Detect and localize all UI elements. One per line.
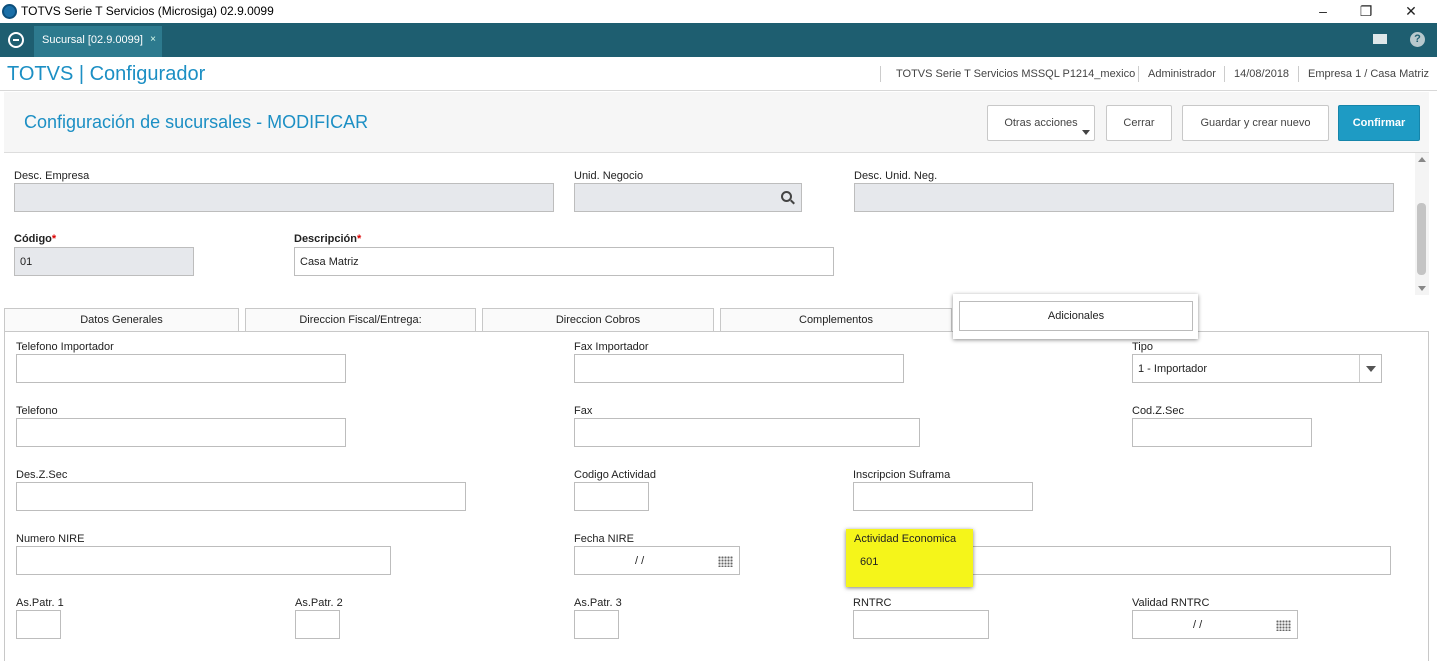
validad-rntrc-label: Validad RNTRC: [1132, 597, 1210, 609]
tipo-label: Tipo: [1132, 341, 1153, 353]
calendar-icon[interactable]: [718, 556, 733, 567]
descripcion-label-text: Descripción: [294, 233, 357, 245]
restore-button[interactable]: ❐: [1351, 2, 1381, 21]
rntrc-field[interactable]: [853, 610, 989, 639]
fecha-nire-value: / /: [635, 555, 645, 567]
codigo-actividad-label: Codigo Actividad: [574, 469, 656, 481]
telefono-importador-field[interactable]: [16, 354, 346, 383]
actividad-economica-value[interactable]: 601: [860, 556, 878, 568]
fax-importador-field[interactable]: [574, 354, 904, 383]
fax-field[interactable]: [574, 418, 920, 447]
tab-direccion-cobros[interactable]: Direccion Cobros: [482, 308, 714, 332]
environment-info: TOTVS Serie T Servicios MSSQL P1214_mexi…: [896, 68, 1136, 80]
date-info: 14/08/2018: [1234, 68, 1290, 80]
fax-label: Fax: [574, 405, 593, 417]
unid-negocio-label: Unid. Negocio: [574, 170, 644, 182]
header-divider: [880, 66, 881, 82]
search-icon[interactable]: [781, 191, 792, 202]
module-brand: TOTVS | Configurador: [7, 63, 206, 85]
desc-unid-neg-field[interactable]: [854, 183, 1394, 212]
as-patr-3-field[interactable]: [574, 610, 619, 639]
tipo-select[interactable]: 1 - Importador: [1132, 354, 1382, 383]
actividad-economica-field-ext[interactable]: [940, 546, 1391, 575]
tab-complementos[interactable]: Complementos: [720, 308, 952, 332]
des-z-sec-label: Des.Z.Sec: [16, 469, 68, 481]
header-divider: [1224, 66, 1225, 82]
tab-adicionales-label: Adicionales: [959, 301, 1193, 331]
codigo-label-text: Código: [14, 233, 52, 245]
page-title: Configuración de sucursales - MODIFICAR: [24, 112, 369, 132]
module-header: TOTVS | Configurador TOTVS Serie T Servi…: [0, 57, 1437, 91]
tab-direccion-fiscal[interactable]: Direccion Fiscal/Entrega:: [245, 308, 476, 332]
fecha-nire-label: Fecha NIRE: [574, 533, 634, 545]
cod-z-sec-label: Cod.Z.Sec: [1132, 405, 1184, 417]
chevron-down-icon[interactable]: [1359, 355, 1381, 382]
cod-z-sec-field[interactable]: [1132, 418, 1312, 447]
actividad-economica-label: Actividad Economica: [854, 533, 957, 545]
descripcion-field[interactable]: Casa Matriz: [294, 247, 834, 276]
unid-negocio-field[interactable]: [574, 183, 802, 212]
tipo-value: 1 - Importador: [1138, 363, 1208, 375]
rntrc-label: RNTRC: [853, 597, 892, 609]
validad-rntrc-value: / /: [1193, 619, 1203, 631]
inscripcion-suframa-field[interactable]: [853, 482, 1033, 511]
calendar-icon[interactable]: [1276, 620, 1291, 631]
app-tab-strip: Sucursal [02.9.0099] × ?: [0, 23, 1437, 57]
as-patr-1-field[interactable]: [16, 610, 61, 639]
mail-icon[interactable]: [1373, 34, 1387, 44]
codigo-actividad-field[interactable]: [574, 482, 649, 511]
confirm-button[interactable]: Confirmar: [1338, 105, 1420, 141]
des-z-sec-field[interactable]: [16, 482, 466, 511]
telefono-importador-label: Telefono Importador: [16, 341, 114, 353]
save-and-new-button[interactable]: Guardar y crear nuevo: [1182, 105, 1329, 141]
scroll-down-icon[interactable]: [1418, 286, 1426, 291]
help-icon[interactable]: ?: [1410, 32, 1425, 47]
page-heading: Configuración de sucursales - MODIFICAR …: [4, 92, 1429, 153]
totvs-logo-icon[interactable]: [8, 32, 24, 48]
window-title: TOTVS Serie T Servicios (Microsiga) 02.9…: [21, 4, 274, 18]
header-divider: [1138, 66, 1139, 82]
as-patr-2-label: As.Patr. 2: [295, 597, 343, 609]
tab-datos-generales[interactable]: Datos Generales: [4, 308, 239, 332]
tab-adicionales[interactable]: Adicionales: [953, 294, 1198, 339]
as-patr-3-label: As.Patr. 3: [574, 597, 622, 609]
window-title-bar: TOTVS Serie T Servicios (Microsiga) 02.9…: [0, 0, 1437, 23]
required-mark: *: [356, 233, 362, 245]
chevron-down-icon: [1082, 130, 1090, 135]
desc-unid-neg-label: Desc. Unid. Neg.: [854, 170, 938, 182]
telefono-field[interactable]: [16, 418, 346, 447]
form-scrollbar[interactable]: [1415, 153, 1429, 295]
scroll-up-icon[interactable]: [1418, 157, 1426, 162]
numero-nire-label: Numero NIRE: [16, 533, 85, 545]
company-info: Empresa 1 / Casa Matriz: [1308, 68, 1430, 80]
fecha-nire-field[interactable]: / /: [574, 546, 740, 575]
desc-empresa-label: Desc. Empresa: [14, 170, 90, 182]
inscripcion-suframa-label: Inscripcion Suframa: [853, 469, 951, 481]
telefono-label: Telefono: [16, 405, 58, 417]
as-patr-1-label: As.Patr. 1: [16, 597, 64, 609]
header-divider: [1298, 66, 1299, 82]
close-button[interactable]: Cerrar: [1106, 105, 1172, 141]
fax-importador-label: Fax Importador: [574, 341, 649, 353]
numero-nire-field[interactable]: [16, 546, 391, 575]
desc-empresa-field[interactable]: [14, 183, 554, 212]
user-info: Administrador: [1148, 68, 1216, 80]
scrollbar-thumb[interactable]: [1417, 203, 1426, 275]
tab-sucursal-label: Sucursal [02.9.0099]: [42, 34, 143, 46]
descripcion-label: Descripción*: [294, 233, 361, 245]
tab-close-icon[interactable]: ×: [150, 34, 156, 45]
codigo-label: Código*: [14, 233, 56, 245]
totvs-app-icon: [2, 4, 17, 19]
other-actions-label: Otras acciones: [1004, 117, 1078, 129]
minimize-button[interactable]: –: [1308, 2, 1338, 21]
required-mark: *: [51, 233, 57, 245]
validad-rntrc-field[interactable]: / /: [1132, 610, 1298, 639]
codigo-field[interactable]: 01: [14, 247, 194, 276]
other-actions-button[interactable]: Otras acciones: [987, 105, 1095, 141]
tab-sucursal[interactable]: Sucursal [02.9.0099] ×: [34, 26, 162, 57]
as-patr-2-field[interactable]: [295, 610, 340, 639]
close-window-button[interactable]: ✕: [1396, 2, 1426, 21]
